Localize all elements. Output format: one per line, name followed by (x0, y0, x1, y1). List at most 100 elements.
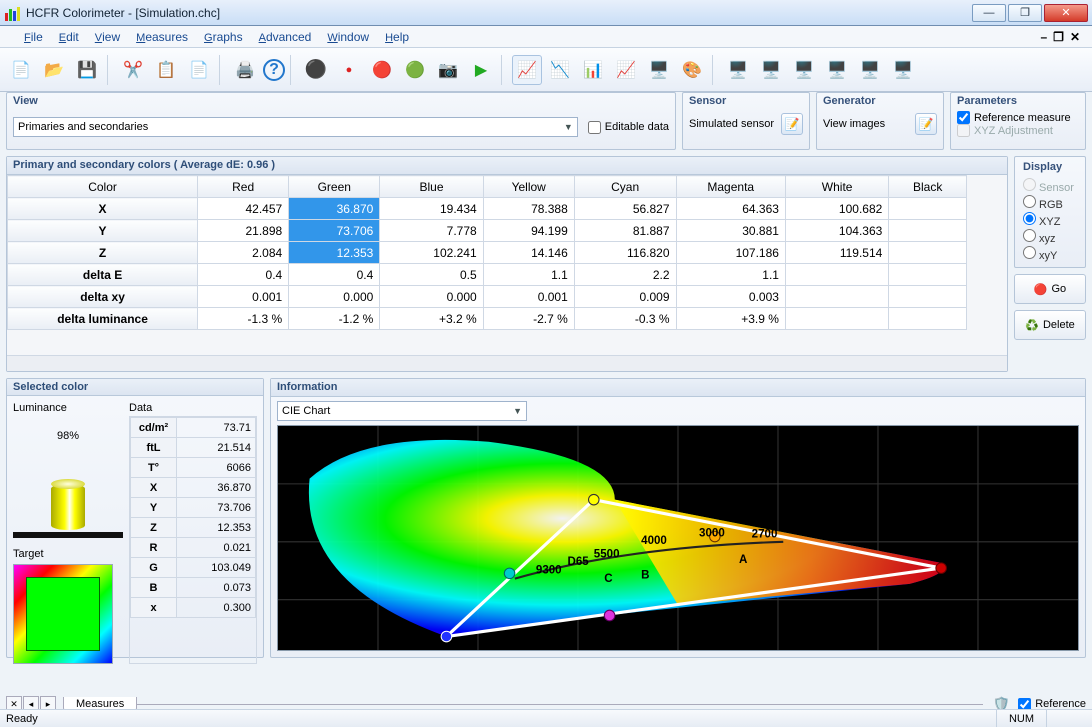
table-cell[interactable] (889, 242, 967, 264)
chart-mode-2-button[interactable]: 📉 (545, 55, 575, 85)
table-cell[interactable]: 56.827 (574, 198, 676, 220)
table-cell[interactable]: 0.001 (198, 286, 289, 308)
paste-button[interactable]: 📄 (184, 55, 214, 85)
table-cell[interactable]: 2.084 (198, 242, 289, 264)
table-cell[interactable]: 107.186 (676, 242, 785, 264)
save-file-button[interactable]: 💾 (72, 55, 102, 85)
copy-button[interactable]: 📋 (151, 55, 181, 85)
menu-edit[interactable]: Edit (51, 28, 87, 46)
table-cell[interactable] (785, 264, 888, 286)
table-cell[interactable]: 81.887 (574, 220, 676, 242)
table-cell[interactable]: 36.870 (289, 198, 380, 220)
xyz-adjustment-checkbox[interactable]: XYZ Adjustment (957, 124, 1079, 137)
table-cell[interactable] (889, 286, 967, 308)
table-cell[interactable]: 119.514 (785, 242, 888, 264)
chart-mode-4-button[interactable]: 📈 (611, 55, 641, 85)
table-cell[interactable]: -0.3 % (574, 308, 676, 330)
menu-graphs[interactable]: Graphs (196, 28, 251, 46)
help-button[interactable]: ? (263, 59, 285, 81)
table-cell[interactable]: -2.7 % (483, 308, 574, 330)
table-cell[interactable]: 116.820 (574, 242, 676, 264)
table-cell[interactable] (889, 198, 967, 220)
display-opt-rgb[interactable]: RGB (1023, 195, 1077, 211)
table-cell[interactable]: 0.4 (198, 264, 289, 286)
col-header[interactable]: White (785, 176, 888, 198)
table-cell[interactable]: 0.003 (676, 286, 785, 308)
measure-all-button[interactable]: 🟢 (400, 55, 430, 85)
view-2-button[interactable]: 🖥️ (756, 55, 786, 85)
table-cell[interactable]: -1.2 % (289, 308, 380, 330)
table-cell[interactable]: 100.682 (785, 198, 888, 220)
table-cell[interactable]: 7.778 (380, 220, 483, 242)
menu-view[interactable]: View (87, 28, 128, 46)
col-header[interactable]: Magenta (676, 176, 785, 198)
status-resize-grip[interactable] (1046, 710, 1086, 727)
menu-help[interactable]: Help (377, 28, 417, 46)
table-cell[interactable]: -1.3 % (198, 308, 289, 330)
view-6-button[interactable]: 🖥️ (888, 55, 918, 85)
table-cell[interactable]: 102.241 (380, 242, 483, 264)
menu-window[interactable]: Window (319, 28, 377, 46)
table-cell[interactable]: 0.000 (380, 286, 483, 308)
mdi-close-button[interactable]: ✕ (1070, 30, 1080, 44)
selected-data-table[interactable]: cd/m²73.71ftL21.514T°6066X36.870Y73.706Z… (129, 416, 257, 664)
table-cell[interactable]: 1.1 (676, 264, 785, 286)
view-3-button[interactable]: 🖥️ (789, 55, 819, 85)
camera-button[interactable]: 📷 (433, 55, 463, 85)
table-cell[interactable]: +3.9 % (676, 308, 785, 330)
table-cell[interactable] (889, 308, 967, 330)
table-cell[interactable]: 0.001 (483, 286, 574, 308)
measure-secondary-button[interactable]: 🔴 (367, 55, 397, 85)
measure-gray-button[interactable]: ⚫ (301, 55, 331, 85)
chart-mode-1-button[interactable]: 📈 (512, 55, 542, 85)
horizontal-scrollbar[interactable] (7, 355, 1007, 371)
table-cell[interactable]: 14.146 (483, 242, 574, 264)
new-file-button[interactable]: 📄 (6, 55, 36, 85)
table-cell[interactable] (785, 308, 888, 330)
table-cell[interactable]: 2.2 (574, 264, 676, 286)
print-button[interactable]: 🖨️ (230, 55, 260, 85)
menu-measures[interactable]: Measures (128, 28, 196, 46)
menu-file[interactable]: File (16, 28, 51, 46)
view-combo[interactable]: Primaries and secondaries ▼ (13, 117, 578, 137)
display-opt-xyz[interactable]: xyz (1023, 229, 1077, 245)
display-opt-xyy[interactable]: xyY (1023, 246, 1077, 262)
col-header[interactable]: Cyan (574, 176, 676, 198)
display-opt-xyz[interactable]: XYZ (1023, 212, 1077, 228)
table-cell[interactable]: 1.1 (483, 264, 574, 286)
chart-mode-6-button[interactable]: 🎨 (677, 55, 707, 85)
open-file-button[interactable]: 📂 (39, 55, 69, 85)
generator-config-button[interactable]: 📝 (915, 113, 937, 135)
table-scroll[interactable]: ColorRedGreenBlueYellowCyanMagentaWhiteB… (7, 175, 1007, 355)
run-button[interactable]: ▶ (466, 55, 496, 85)
reference-measure-checkbox[interactable]: Reference measure (957, 111, 1079, 124)
table-cell[interactable]: 78.388 (483, 198, 574, 220)
col-header[interactable]: Black (889, 176, 967, 198)
chart-mode-5-button[interactable]: 🖥️ (644, 55, 674, 85)
col-header[interactable]: Yellow (483, 176, 574, 198)
mdi-restore-button[interactable]: ❐ (1053, 30, 1064, 44)
go-button[interactable]: 🔴Go (1014, 274, 1086, 304)
maximize-button[interactable]: ❐ (1008, 4, 1042, 22)
table-cell[interactable]: 0.000 (289, 286, 380, 308)
view-5-button[interactable]: 🖥️ (855, 55, 885, 85)
table-cell[interactable]: 0.4 (289, 264, 380, 286)
cie-chart[interactable]: 9300D655500400030002700CBA (277, 425, 1079, 651)
table-cell[interactable]: 73.706 (289, 220, 380, 242)
table-cell[interactable]: 19.434 (380, 198, 483, 220)
editable-data-checkbox[interactable]: Editable data (588, 121, 669, 134)
view-4-button[interactable]: 🖥️ (822, 55, 852, 85)
table-cell[interactable]: 0.009 (574, 286, 676, 308)
table-cell[interactable]: 94.199 (483, 220, 574, 242)
table-cell[interactable]: 0.5 (380, 264, 483, 286)
minimize-button[interactable]: — (972, 4, 1006, 22)
table-cell[interactable] (785, 286, 888, 308)
table-cell[interactable]: 12.353 (289, 242, 380, 264)
table-cell[interactable]: 42.457 (198, 198, 289, 220)
chart-mode-3-button[interactable]: 📊 (578, 55, 608, 85)
col-header[interactable]: Blue (380, 176, 483, 198)
menu-advanced[interactable]: Advanced (251, 28, 320, 46)
info-combo[interactable]: CIE Chart ▼ (277, 401, 527, 421)
table-cell[interactable] (889, 264, 967, 286)
mdi-minimize-button[interactable]: – (1040, 30, 1047, 44)
